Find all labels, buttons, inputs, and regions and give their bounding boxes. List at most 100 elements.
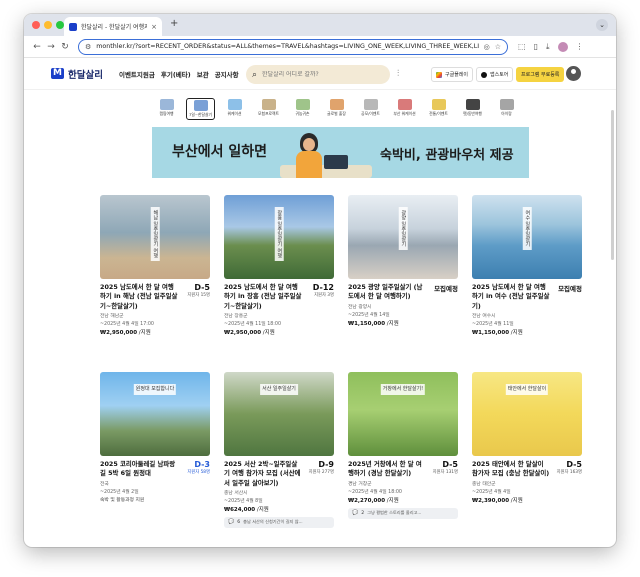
apple-icon (481, 71, 487, 78)
program-thumbnail[interactable]: 태안에서 한달살이 (472, 372, 582, 456)
promo-banner[interactable]: 부산에서 일하면 숙박비, 관광바우처 제공 (152, 127, 529, 178)
comment-preview[interactable]: 💬 2 그냥 평범한 스토리를 올리고... (348, 507, 458, 519)
theme-icon (227, 99, 242, 110)
dday-badge: D-9 (318, 460, 334, 469)
theme-label: 부산 워케이션 (393, 111, 416, 116)
program-thumbnail[interactable]: 서산 일주일살기 (224, 372, 334, 456)
program-title[interactable]: 2025 남도에서 한 달 여행하기 in 해남 (전남 일주일살기~한달살기) (100, 283, 178, 311)
nav-item-reviews[interactable]: 후기(베타) (161, 69, 191, 79)
program-thumbnail[interactable]: 여수 일주일살기 (472, 195, 582, 279)
program-deadline: ~2025년 4월 2일 (100, 489, 139, 495)
theme-item[interactable]: 아이랑 (492, 98, 521, 120)
thumbnail-caption: 거창에서 한달살기! (380, 384, 426, 395)
program-title[interactable]: 2025 코리아둘레길 남파랑길 5박 6일 원정대 (100, 460, 178, 479)
site-info-icon[interactable]: ⚙ (85, 43, 91, 51)
register-program-button[interactable]: 프로그램 무료등록 (516, 67, 565, 82)
program-card[interactable]: 해남 일주일살기 여행 2025 남도에서 한 달 여행하기 in 해남 (전남 … (100, 195, 210, 336)
thumbnail-caption: 여수 일주일살기 (522, 207, 532, 250)
theme-item[interactable]: 부산 워케이션 (390, 98, 419, 120)
new-tab-button[interactable]: + (170, 18, 178, 29)
theme-item[interactable]: 귀농귀촌 (288, 98, 317, 120)
toolbar-actions: ⬚ ▯ ⤓ ⋮ (518, 41, 584, 52)
program-card[interactable]: 광양 일주일살기 2025 광양 일주일살기 (남도에서 한 달 여행하기) 모집예… (348, 195, 458, 327)
theme-label: 글로벌 출장 (327, 111, 346, 116)
forward-button[interactable]: → (44, 42, 58, 52)
google-play-icon (436, 71, 442, 78)
eye-off-icon[interactable]: ◎ (484, 43, 490, 51)
dday-badge: D-3 (194, 460, 210, 469)
browser-toolbar: ← → ↻ ⚙ monthler.kr/?sort=RECENT_ORDER&s… (24, 36, 616, 58)
theme-item[interactable]: 모험프로젝트 (254, 98, 283, 120)
price-unit: /지원 (261, 329, 275, 336)
theme-item[interactable]: 캠핑여행 (152, 98, 181, 120)
program-title[interactable]: 2025 태안에서 한 달살이 참가자 모집 (충남 한달살이) (472, 460, 550, 479)
user-profile-icon[interactable] (566, 66, 581, 81)
program-thumbnail[interactable]: 해남 일주일살기 여행 (100, 195, 210, 279)
theme-item[interactable]: 워케이션 (220, 98, 249, 120)
program-card[interactable]: 태안에서 한달살이 2025 태안에서 한 달살이 참가자 모집 (충남 한달살이… (472, 372, 582, 504)
program-thumbnail[interactable]: 원정대 모집합니다 (100, 372, 210, 456)
program-thumbnail[interactable]: 장흥 일주일살기 여행 (224, 195, 334, 279)
reload-button[interactable]: ↻ (58, 42, 72, 52)
site-logo[interactable]: M 한달살리 (51, 67, 103, 81)
theme-item[interactable]: 7일~한달살기 (186, 98, 215, 120)
close-window-button[interactable] (32, 21, 40, 29)
dday-badge: D-5 (194, 283, 210, 292)
tab-search-button[interactable]: ⌄ (596, 19, 608, 31)
search-input[interactable] (262, 71, 373, 78)
menu-icon[interactable]: ⋮ (576, 42, 584, 51)
program-card[interactable]: 거창에서 한달살기! 2025년 거창에서 한 달 여행하기 (경남 한달살기) D… (348, 372, 458, 519)
browser-tab[interactable]: 한달살리 - 한달살기 여행지원금 신청 × (64, 17, 162, 36)
theme-item[interactable]: 공모/이벤트 (356, 98, 385, 120)
program-card[interactable]: 장흥 일주일살기 여행 2025 남도에서 한 달 여행하기 in 장흥 (전남 … (224, 195, 334, 336)
theme-icon (295, 99, 310, 110)
bookmark-star-icon[interactable]: ☆ (495, 43, 501, 51)
applicant-count: 지원자 163명 (556, 470, 582, 475)
dday-badge: D-5 (442, 460, 458, 469)
window-controls (32, 21, 64, 29)
comment-preview[interactable]: 💬 6 충남 서산의 신청기간이 길지 않... (224, 516, 334, 528)
price-unit: /지원 (137, 329, 151, 336)
page-scrollbar[interactable] (611, 110, 614, 260)
logo-mark-icon: M (51, 68, 64, 79)
theme-item[interactable]: 전통/이벤트 (424, 98, 453, 120)
program-title[interactable]: 2025 남도에서 한 달 여행하기 in 장흥 (전남 일주일살기~한달살기) (224, 283, 302, 311)
theme-item[interactable]: 펫/동반여행 (458, 98, 487, 120)
program-tags: 숙박 및 활동과정 지원 (100, 497, 145, 503)
nav-item-saved[interactable]: 보관 (197, 69, 209, 79)
nav-item-event[interactable]: 이벤트지원금 (119, 69, 155, 79)
program-deadline: ~2025년 4월 14일 (348, 312, 390, 318)
program-title[interactable]: 2025 광양 일주일살기 (남도에서 한 달 여행하기) (348, 283, 426, 302)
program-title[interactable]: 2025 서산 2박~일주일살기 여행 참가자 모집 (서산에서 일주일 살아보… (224, 460, 302, 488)
back-button[interactable]: ← (30, 42, 44, 52)
theme-label: 펫/동반여행 (463, 111, 482, 116)
tab-close-icon[interactable]: × (151, 23, 157, 31)
url-text[interactable]: monthler.kr/?sort=RECENT_ORDER&status=AL… (96, 43, 478, 50)
filter-icon[interactable]: ⫶ (397, 69, 399, 79)
program-card[interactable]: 여수 일주일살기 2025 남도에서 한 달 여행하기 in 여수 (전남 일주일… (472, 195, 582, 336)
download-icon[interactable]: ⤓ (546, 42, 550, 52)
profile-avatar[interactable] (557, 41, 568, 52)
program-thumbnail[interactable]: 거창에서 한달살기! (348, 372, 458, 456)
program-title[interactable]: 2025 남도에서 한 달 여행하기 in 여수 (전남 일주일살기) (472, 283, 550, 311)
app-store-button[interactable]: 앱스토어 (476, 67, 514, 82)
price-value: ₩1,150,000 (472, 329, 510, 336)
price-unit: /지원 (385, 320, 399, 327)
program-title[interactable]: 2025년 거창에서 한 달 여행하기 (경남 한달살기) (348, 460, 426, 479)
nav-item-notice[interactable]: 공지사항 (215, 69, 239, 79)
theme-icon (261, 99, 276, 110)
maximize-window-button[interactable] (56, 21, 64, 29)
program-card[interactable]: 원정대 모집합니다 2025 코리아둘레길 남파랑길 5박 6일 원정대 D-3 지원… (100, 372, 210, 503)
google-play-button[interactable]: 구글플레이 (431, 67, 474, 82)
theme-item[interactable]: 글로벌 출장 (322, 98, 351, 120)
program-thumbnail[interactable]: 광양 일주일살기 (348, 195, 458, 279)
search-bar[interactable]: ⌕ (246, 65, 390, 84)
sidebar-icon[interactable]: ▯ (534, 42, 538, 51)
minimize-window-button[interactable] (44, 21, 52, 29)
theme-icon (499, 99, 514, 110)
address-bar[interactable]: ⚙ monthler.kr/?sort=RECENT_ORDER&status=… (78, 38, 508, 55)
extensions-icon[interactable]: ⬚ (518, 42, 526, 51)
program-card[interactable]: 서산 일주일살기 2025 서산 2박~일주일살기 여행 참가자 모집 (서산에서… (224, 372, 334, 528)
banner-right-text: 숙박비, 관광바우처 제공 (380, 148, 514, 163)
program-region: 충남 서산시 (224, 490, 248, 496)
